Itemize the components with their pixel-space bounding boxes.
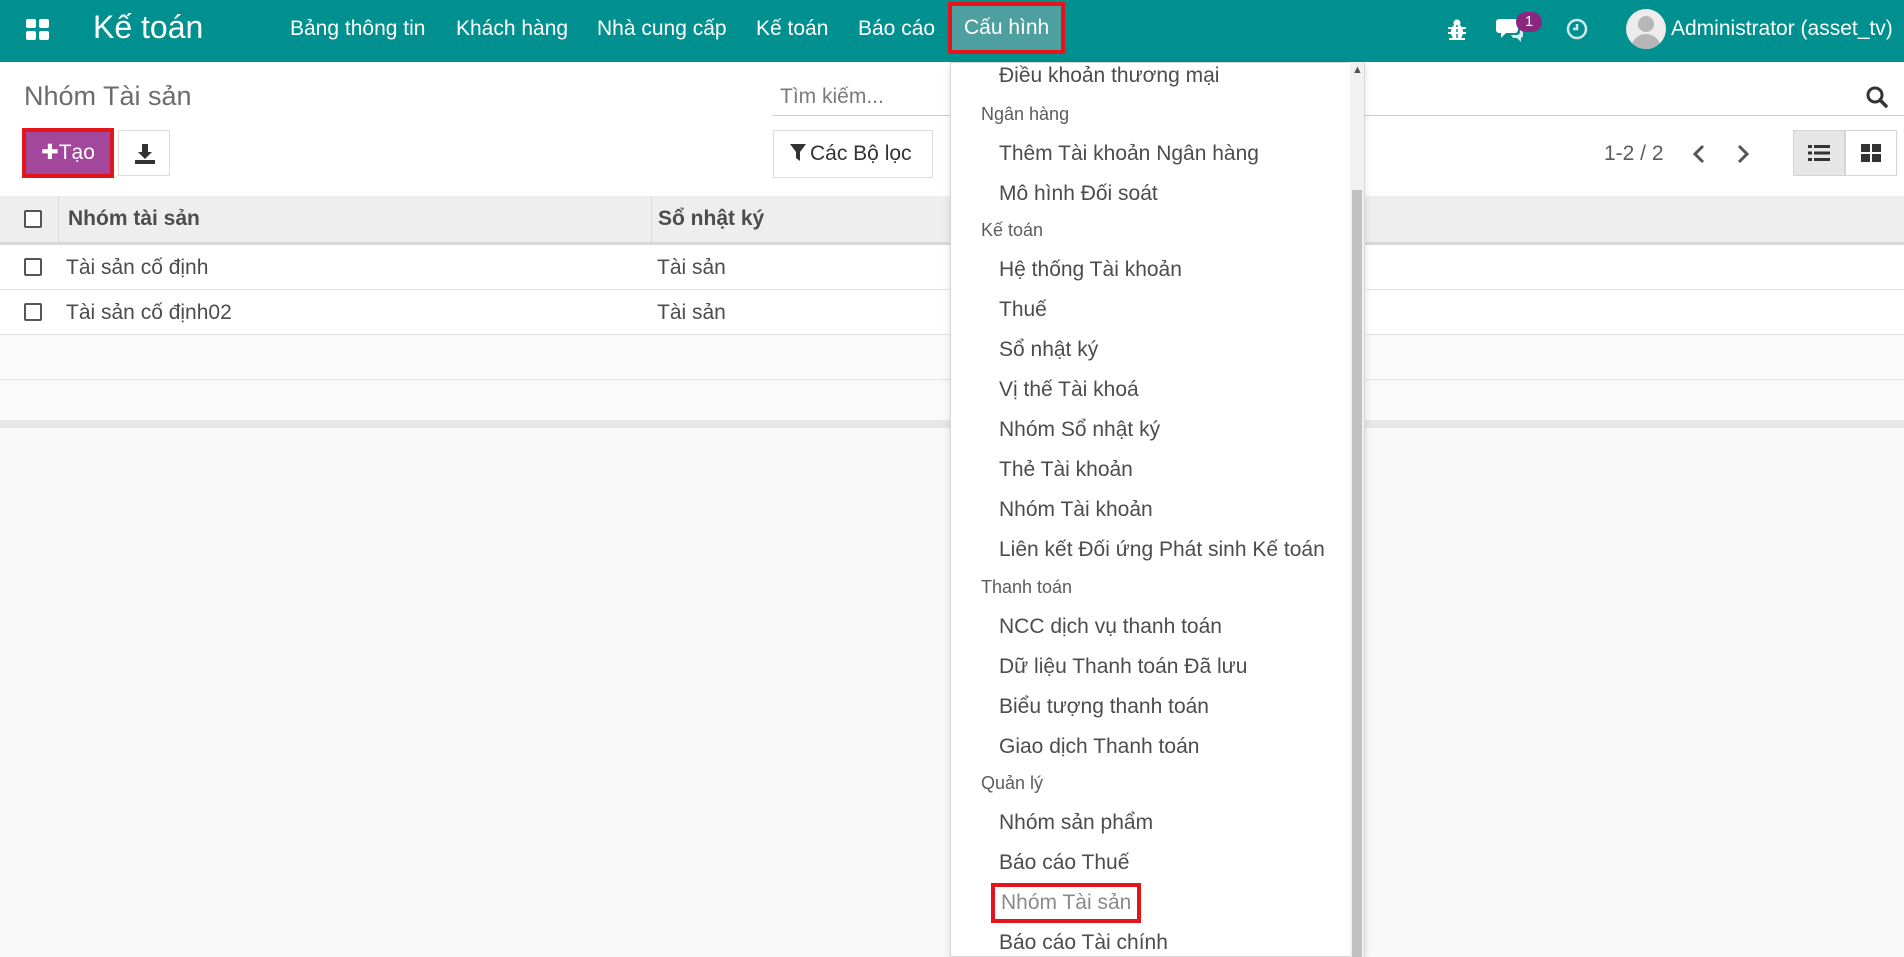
page-title: Nhóm Tài sản bbox=[24, 81, 192, 111]
plus-icon: ✚ bbox=[41, 141, 59, 164]
dropdown-item-tax-reports[interactable]: Báo cáo Thuế bbox=[999, 851, 1129, 875]
configuration-dropdown: Điều khoản thương mại Ngân hàng Thêm Tài… bbox=[950, 62, 1365, 957]
dropdown-item-payment-transactions[interactable]: Giao dịch Thanh toán bbox=[999, 735, 1199, 759]
search-icon[interactable] bbox=[1866, 86, 1888, 108]
dropdown-section-bank: Ngân hàng bbox=[981, 104, 1070, 124]
dropdown-section-accounting: Kế toán bbox=[981, 220, 1044, 240]
kanban-view-button[interactable] bbox=[1845, 130, 1897, 176]
bug-icon[interactable] bbox=[1446, 18, 1468, 42]
avatar-icon[interactable] bbox=[1626, 9, 1666, 49]
dropdown-section-payments: Thanh toán bbox=[981, 577, 1073, 597]
dropdown-item-financial-reports[interactable]: Báo cáo Tài chính bbox=[999, 931, 1168, 955]
dropdown-item-analytic-links[interactable]: Liên kết Đối ứng Phát sinh Kế toán bbox=[999, 538, 1325, 562]
menu-customers[interactable]: Khách hàng bbox=[456, 17, 568, 41]
cell-journal: Tài sản bbox=[657, 301, 726, 324]
dropdown-item-reconciliation-models[interactable]: Mô hình Đối soát bbox=[999, 182, 1158, 206]
menu-accounting[interactable]: Kế toán bbox=[756, 17, 828, 41]
dropdown-item-trade-terms[interactable]: Điều khoản thương mại bbox=[999, 64, 1219, 88]
column-header-asset-group[interactable]: Nhóm tài sản bbox=[68, 207, 200, 231]
dropdown-item-product-categories[interactable]: Nhóm sản phẩm bbox=[999, 811, 1153, 835]
filters-button[interactable]: Các Bộ lọc bbox=[773, 130, 933, 178]
messages-badge: 1 bbox=[1516, 12, 1542, 32]
dropdown-item-chart-of-accounts[interactable]: Hệ thống Tài khoản bbox=[999, 258, 1182, 282]
user-menu[interactable]: Administrator (asset_tv) bbox=[1671, 17, 1893, 41]
kanban-view-icon bbox=[1861, 144, 1881, 162]
dropdown-item-account-groups[interactable]: Nhóm Tài khoản bbox=[999, 498, 1153, 522]
row-checkbox[interactable] bbox=[24, 258, 42, 276]
dropdown-item-saved-payment-data[interactable]: Dữ liệu Thanh toán Đã lưu bbox=[999, 655, 1247, 679]
menu-vendors[interactable]: Nhà cung cấp bbox=[597, 17, 727, 41]
dropdown-item-payment-icons[interactable]: Biểu tượng thanh toán bbox=[999, 695, 1209, 719]
list-view-button[interactable] bbox=[1793, 130, 1845, 176]
apps-grid-icon[interactable] bbox=[26, 19, 50, 41]
scroll-up-arrow-icon[interactable]: ▲ bbox=[1352, 64, 1363, 76]
column-header-journal[interactable]: Sổ nhật ký bbox=[658, 207, 764, 231]
column-divider bbox=[58, 196, 59, 242]
select-all-checkbox[interactable] bbox=[24, 210, 42, 228]
top-navbar: Kế toán Bảng thông tin Khách hàng Nhà cu… bbox=[0, 0, 1904, 62]
chevron-right-icon[interactable] bbox=[1736, 144, 1750, 164]
menu-dashboard[interactable]: Bảng thông tin bbox=[290, 17, 425, 41]
create-button[interactable]: ✚Tạo bbox=[22, 128, 114, 178]
clock-icon[interactable] bbox=[1565, 17, 1589, 41]
row-checkbox[interactable] bbox=[24, 303, 42, 321]
dropdown-scrollbar-thumb[interactable] bbox=[1352, 190, 1362, 957]
dropdown-item-journal-groups[interactable]: Nhóm Sổ nhật ký bbox=[999, 418, 1160, 442]
dropdown-item-add-bank-account[interactable]: Thêm Tài khoản Ngân hàng bbox=[999, 142, 1259, 166]
cell-asset-group: Tài sản cố định bbox=[66, 256, 209, 279]
dropdown-item-payment-acquirers[interactable]: NCC dịch vụ thanh toán bbox=[999, 615, 1222, 639]
filter-icon bbox=[790, 144, 806, 161]
app-brand: Kế toán bbox=[93, 9, 204, 45]
download-button[interactable] bbox=[118, 130, 170, 176]
list-view-icon bbox=[1808, 145, 1830, 161]
download-icon bbox=[135, 144, 155, 164]
pager-value[interactable]: 1-2 / 2 bbox=[1604, 142, 1664, 166]
cell-asset-group: Tài sản cố định02 bbox=[66, 301, 232, 324]
menu-reporting[interactable]: Báo cáo bbox=[858, 17, 935, 41]
cell-journal: Tài sản bbox=[657, 256, 726, 279]
chevron-left-icon[interactable] bbox=[1692, 144, 1706, 164]
dropdown-section-management: Quản lý bbox=[981, 773, 1044, 793]
dropdown-item-fiscal-positions[interactable]: Vị thế Tài khoá bbox=[999, 378, 1139, 402]
menu-configuration[interactable]: Cấu hình bbox=[947, 2, 1066, 54]
filters-label: Các Bộ lọc bbox=[810, 142, 912, 165]
dropdown-item-taxes[interactable]: Thuế bbox=[999, 298, 1047, 322]
create-button-label: Tạo bbox=[58, 141, 95, 164]
dropdown-item-account-tags[interactable]: Thẻ Tài khoản bbox=[999, 458, 1133, 482]
column-divider bbox=[651, 196, 652, 242]
dropdown-item-asset-groups[interactable]: Nhóm Tài sản bbox=[990, 883, 1142, 923]
dropdown-item-journals[interactable]: Sổ nhật ký bbox=[999, 338, 1098, 362]
